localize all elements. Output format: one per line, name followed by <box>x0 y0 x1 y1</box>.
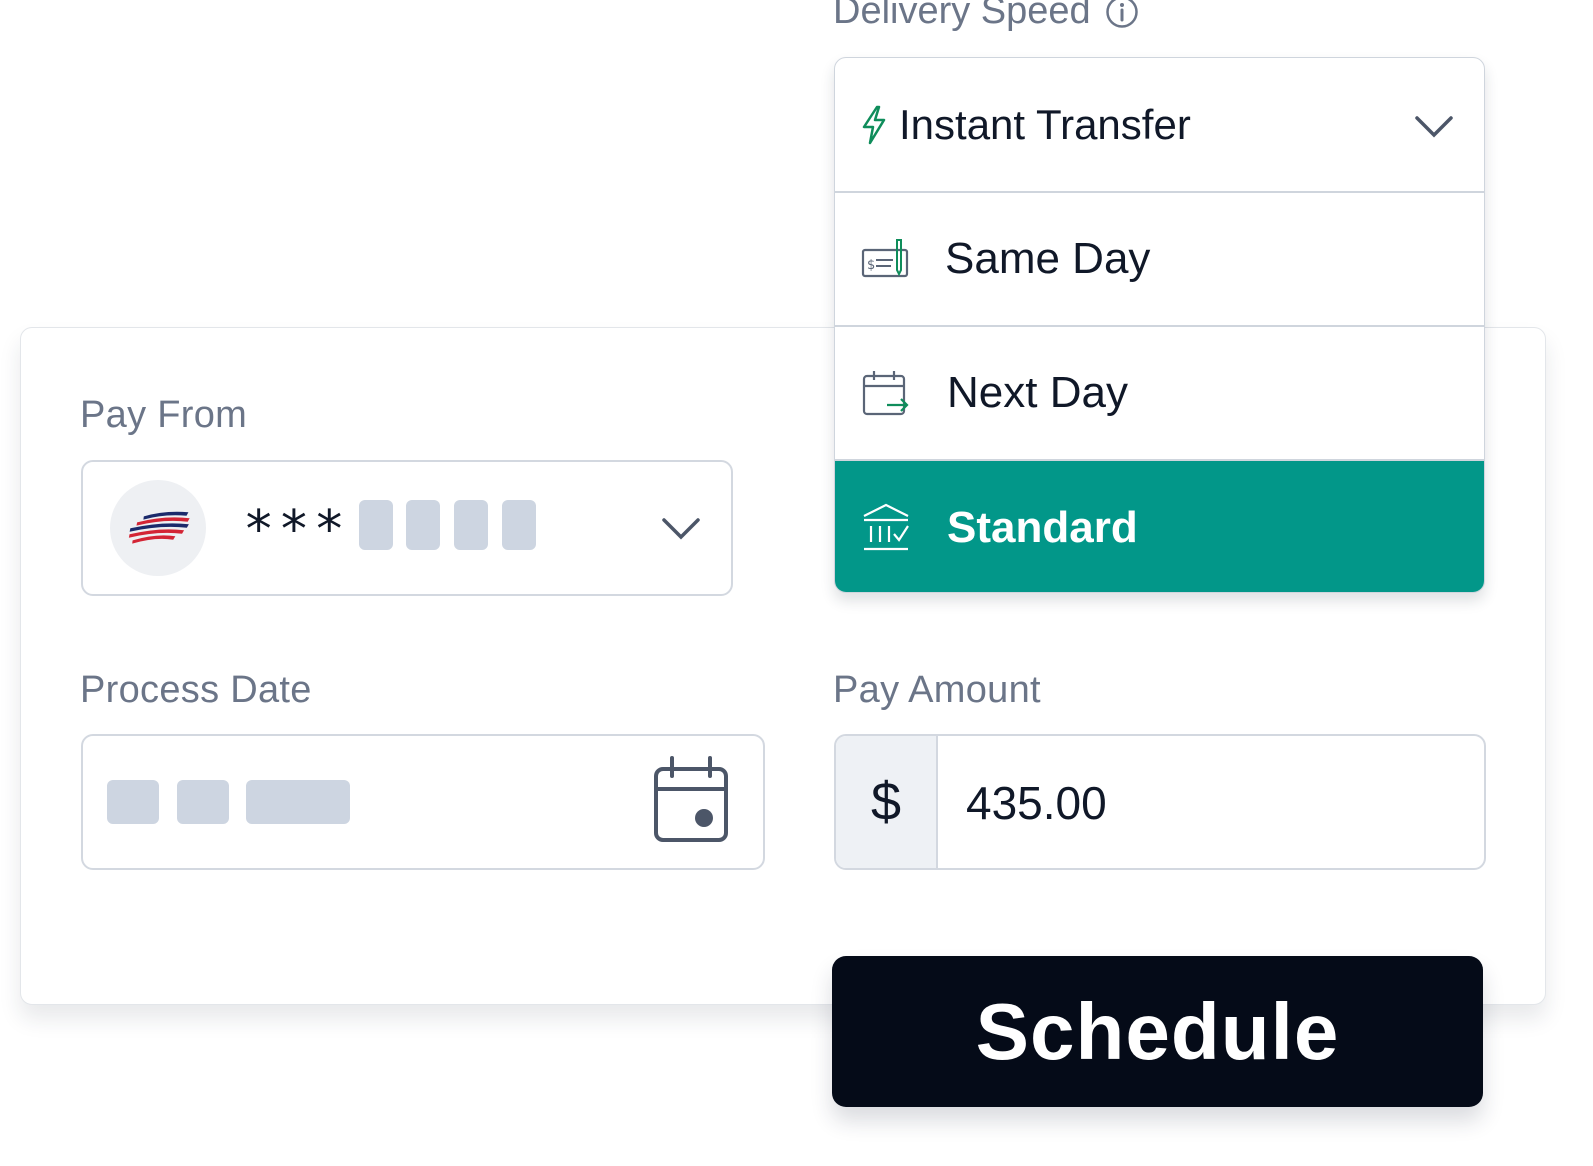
chevron-down-icon <box>1415 116 1453 138</box>
process-date-label: Process Date <box>80 669 312 711</box>
date-year-placeholder <box>246 780 350 824</box>
currency-prefix: $ <box>836 736 938 868</box>
account-digit-placeholder <box>502 500 536 550</box>
svg-text:$: $ <box>867 258 875 273</box>
bank-icon <box>863 503 909 551</box>
calendar-icon[interactable] <box>653 756 729 844</box>
option-next-day[interactable]: Next Day <box>835 327 1484 459</box>
pay-amount-field[interactable]: $ 435.00 <box>834 734 1486 870</box>
check-icon: $ <box>861 239 909 278</box>
schedule-button[interactable]: Schedule <box>832 956 1483 1107</box>
delivery-speed-label-text: Delivery Speed <box>833 0 1091 32</box>
account-digit-placeholder <box>359 500 393 550</box>
pay-from-select[interactable]: *** <box>81 460 733 596</box>
bank-logo-icon <box>110 480 206 576</box>
pay-from-label: Pay From <box>80 394 248 436</box>
account-digit-placeholder <box>454 500 488 550</box>
info-icon[interactable] <box>1105 0 1139 29</box>
pay-amount-value[interactable]: 435.00 <box>966 776 1107 830</box>
delivery-speed-current[interactable]: Instant Transfer <box>835 58 1484 192</box>
chevron-down-icon <box>662 518 700 540</box>
delivery-speed-label: Delivery Speed <box>833 0 1139 33</box>
date-day-placeholder <box>177 780 229 824</box>
lightning-icon <box>862 105 886 145</box>
delivery-speed-dropdown[interactable]: Instant Transfer $ Same Day Next Day Sta… <box>834 57 1485 593</box>
option-same-day[interactable]: $ Same Day <box>835 193 1484 325</box>
option-standard[interactable]: Standard <box>835 461 1484 592</box>
pay-amount-label: Pay Amount <box>833 669 1041 711</box>
date-month-placeholder <box>107 780 159 824</box>
account-mask: *** <box>243 500 349 560</box>
account-digit-placeholder <box>406 500 440 550</box>
process-date-input[interactable] <box>81 734 765 870</box>
calendar-arrow-icon <box>862 371 909 416</box>
